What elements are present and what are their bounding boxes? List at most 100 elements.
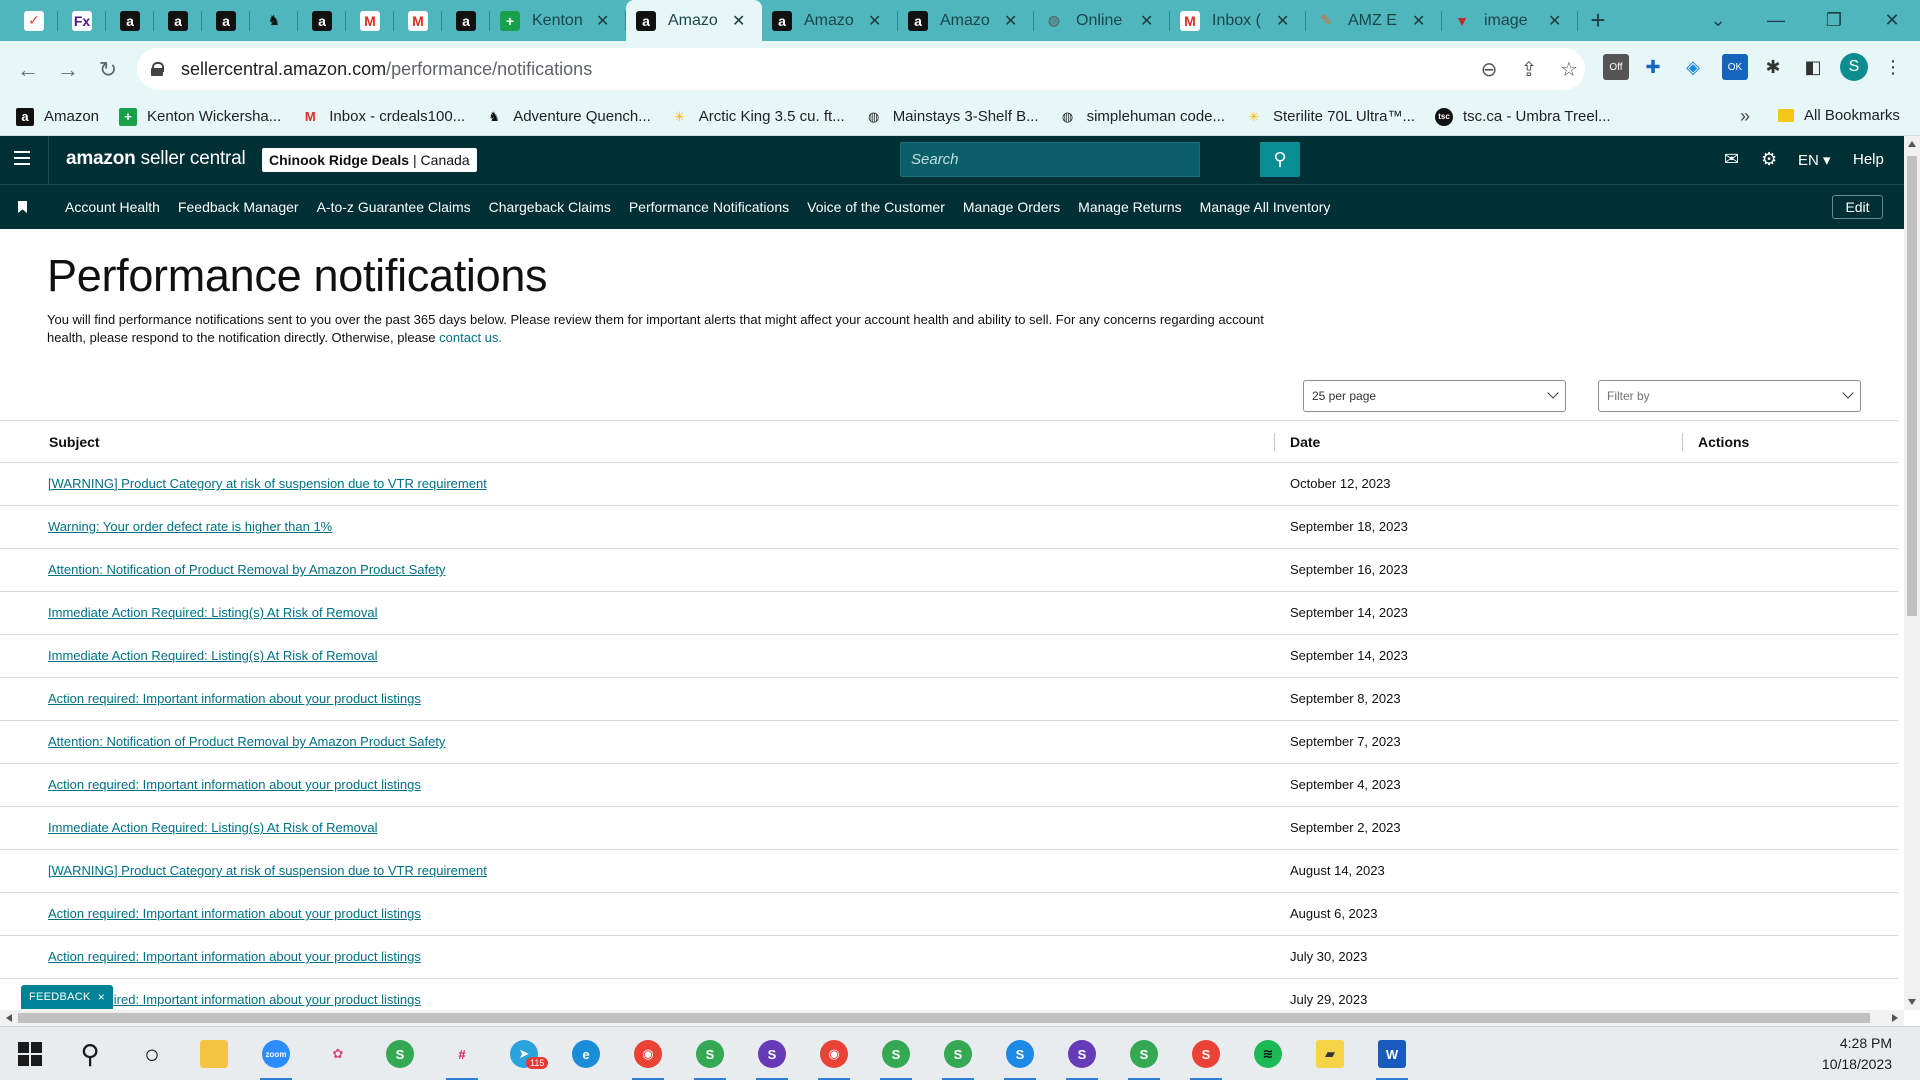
taskbar-app[interactable]: ➤ 115 [500, 1033, 549, 1075]
taskbar-app[interactable]: # [438, 1033, 486, 1080]
browser-tab[interactable]: a [202, 0, 250, 41]
browser-tab[interactable]: a Amazo ✕ [626, 0, 762, 41]
system-clock[interactable]: 4:28 PM 10/18/2023 [1822, 1033, 1892, 1075]
horizontal-scrollbar[interactable] [0, 1010, 1904, 1026]
taskbar-app[interactable]: W [1368, 1033, 1416, 1080]
lock-icon[interactable] [151, 62, 164, 76]
notification-subject-link[interactable]: Immediate Action Required: Listing(s) At… [48, 648, 377, 663]
browser-tab[interactable]: M Inbox (✕ [1170, 0, 1306, 41]
search-input[interactable]: Search [900, 142, 1200, 177]
bookmark-item[interactable]: ✳ Sterilite 70L Ultra™... [1245, 108, 1415, 126]
edit-nav-button[interactable]: Edit [1832, 195, 1883, 219]
bookmark-item[interactable]: ✳ Arctic King 3.5 cu. ft... [671, 108, 844, 126]
taskbar-app[interactable]: S [1182, 1033, 1230, 1080]
browser-tab[interactable]: a Amazo ✕ [762, 0, 898, 41]
taskbar-app[interactable]: ○ [128, 1033, 176, 1075]
nav-item[interactable]: Manage Returns [1078, 199, 1182, 215]
more-bookmarks-icon[interactable]: » [1740, 106, 1750, 127]
close-tab-icon[interactable]: ✕ [596, 11, 609, 31]
bookmark-star-icon[interactable]: ☆ [1557, 57, 1581, 82]
browser-tab[interactable]: a Amazo ✕ [898, 0, 1034, 41]
nav-item[interactable]: Voice of the Customer [807, 199, 945, 215]
notification-subject-link[interactable]: Action required: Important information a… [48, 777, 421, 792]
nav-item[interactable]: Account Health [65, 199, 160, 215]
browser-tab[interactable]: a [442, 0, 490, 41]
close-tab-icon[interactable]: ✕ [1140, 11, 1153, 31]
notification-subject-link[interactable]: Action required: Important information a… [48, 906, 421, 921]
filter-select[interactable]: Filter by [1598, 380, 1861, 412]
zoom-icon[interactable]: ⊖ [1477, 57, 1501, 82]
taskbar-app[interactable]: S [376, 1033, 424, 1075]
help-link[interactable]: Help [1853, 151, 1884, 168]
close-window-icon[interactable]: ✕ [1864, 0, 1920, 41]
profile-avatar[interactable]: S [1840, 53, 1868, 81]
feedback-button[interactable]: FEEDBACK × [21, 985, 113, 1009]
bookmark-item[interactable]: ◍ Mainstays 3-Shelf B... [865, 108, 1039, 126]
close-feedback-icon[interactable]: × [98, 990, 105, 1004]
language-selector[interactable]: EN ▾ [1798, 151, 1831, 169]
close-tab-icon[interactable]: ✕ [1412, 11, 1425, 31]
taskbar-app[interactable]: ▰ [1306, 1033, 1354, 1075]
per-page-select[interactable]: 25 per page [1303, 380, 1566, 412]
browser-tab[interactable]: ✎ AMZ E(✕ [1306, 0, 1442, 41]
forward-icon[interactable]: → [48, 50, 88, 90]
browser-tab[interactable]: Fx [58, 0, 106, 41]
address-bar[interactable]: sellercentral.amazon.com/performance/not… [137, 48, 1585, 90]
browser-tab[interactable]: M [346, 0, 394, 41]
seller-central-logo[interactable]: amazon seller central [66, 148, 246, 170]
bookmark-item[interactable]: ♞ Adventure Quench... [485, 108, 650, 126]
nav-item[interactable]: Chargeback Claims [489, 199, 611, 215]
maximize-icon[interactable]: ❐ [1806, 0, 1862, 41]
bookmark-icon[interactable] [18, 201, 27, 213]
nav-item[interactable]: Manage Orders [963, 199, 1060, 215]
taskbar-app[interactable]: zoom [252, 1033, 300, 1080]
nav-item[interactable]: Feedback Manager [178, 199, 299, 215]
taskbar-app[interactable]: ≋ [1244, 1033, 1292, 1075]
tab-search-icon[interactable]: ⌄ [1690, 0, 1746, 41]
taskbar-app[interactable]: S [686, 1033, 734, 1080]
bookmark-item[interactable]: a Amazon [16, 107, 99, 126]
taskbar-app[interactable]: S [996, 1033, 1044, 1080]
close-tab-icon[interactable]: ✕ [732, 11, 745, 31]
close-tab-icon[interactable]: ✕ [1276, 11, 1289, 31]
taskbar-app[interactable]: e [562, 1033, 610, 1075]
contact-us-link[interactable]: contact us. [439, 330, 502, 345]
share-icon[interactable]: ⇪ [1517, 57, 1541, 82]
close-tab-icon[interactable]: ✕ [868, 11, 881, 31]
extensions-puzzle-icon[interactable]: ✱ [1760, 54, 1786, 80]
vertical-scrollbar[interactable] [1904, 136, 1920, 1010]
browser-tab[interactable]: ♞ [250, 0, 298, 41]
notification-subject-link[interactable]: Warning: Your order defect rate is highe… [48, 519, 332, 534]
all-bookmarks-folder[interactable]: All Bookmarks [1778, 107, 1900, 124]
menu-icon[interactable] [14, 151, 30, 165]
column-date[interactable]: Date [1290, 434, 1320, 450]
browser-tab[interactable]: a [106, 0, 154, 41]
close-tab-icon[interactable]: ✕ [1004, 11, 1017, 31]
browser-tab[interactable]: a [298, 0, 346, 41]
nav-item[interactable]: Performance Notifications [629, 199, 789, 215]
back-icon[interactable]: ← [8, 50, 48, 90]
extension-off-icon[interactable]: Off [1603, 54, 1629, 80]
notification-subject-link[interactable]: Action required: Important information a… [48, 691, 421, 706]
bookmark-item[interactable]: + Kenton Wickersha... [119, 107, 281, 126]
start-button[interactable] [6, 1033, 54, 1075]
extension-icon[interactable]: ✚ [1640, 54, 1666, 80]
reload-icon[interactable]: ↻ [88, 50, 128, 90]
settings-gear-icon[interactable]: ⚙ [1761, 149, 1777, 170]
scroll-thumb[interactable] [18, 1013, 1870, 1023]
mail-icon[interactable]: ✉ [1724, 149, 1739, 170]
extension-ok-icon[interactable]: OK [1722, 54, 1748, 80]
taskbar-app[interactable]: ◉ [810, 1033, 858, 1080]
taskbar-app[interactable]: S [934, 1033, 982, 1080]
taskbar-app[interactable]: ▬ [190, 1033, 238, 1075]
taskbar-app[interactable]: ✿ [314, 1033, 362, 1075]
scroll-thumb[interactable] [1907, 156, 1917, 616]
browser-tab[interactable]: ◍ Online ✕ [1034, 0, 1170, 41]
extension-tag-icon[interactable]: ◈ [1680, 54, 1706, 80]
browser-tab[interactable]: ✓ [10, 0, 58, 41]
store-selector[interactable]: Chinook Ridge Deals | Canada [262, 148, 477, 172]
minimize-icon[interactable]: — [1748, 0, 1804, 41]
notification-subject-link[interactable]: Immediate Action Required: Listing(s) At… [48, 605, 377, 620]
bookmark-item[interactable]: tsc tsc.ca - Umbra Treel... [1435, 107, 1611, 126]
bookmark-item[interactable]: M Inbox - crdeals100... [301, 108, 465, 126]
